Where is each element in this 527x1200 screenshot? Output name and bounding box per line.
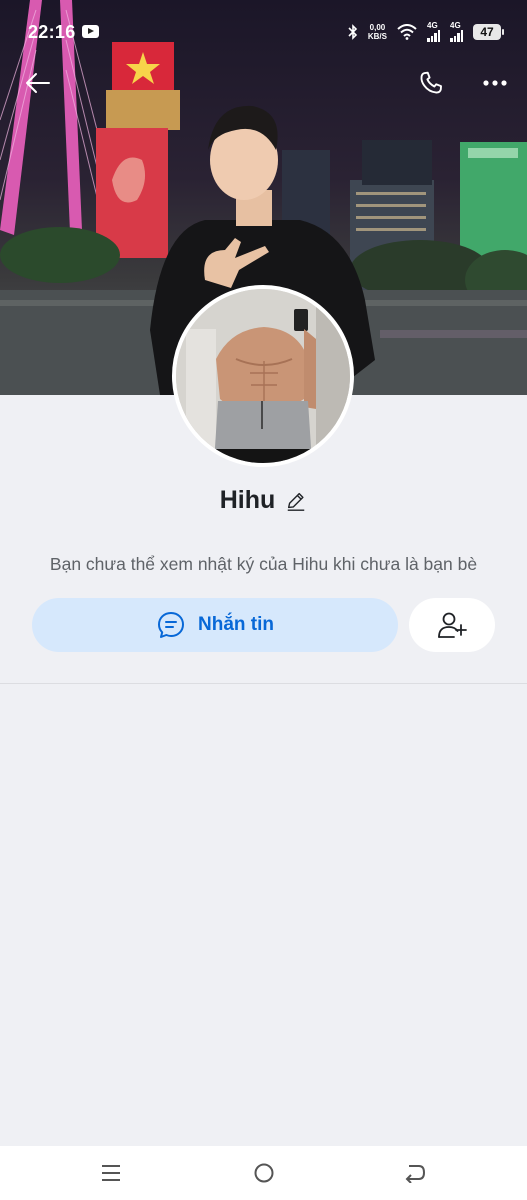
network-speed-unit: KB/S [367,32,387,41]
signal-bars-icon [427,30,440,42]
message-button[interactable]: Nhắn tin [32,598,398,652]
arrow-left-icon [26,73,50,93]
add-user-icon [438,612,467,638]
message-button-label: Nhắn tin [198,614,274,635]
network-speed-value: 0,00 [369,23,386,32]
network-speed: 0,00 KB/S [368,23,387,41]
friendship-notice: Bạn chưa thể xem nhật ký của Hihu khi ch… [49,554,478,574]
menu-lines-icon [102,1165,120,1181]
more-button[interactable] [475,63,515,103]
status-time: 22:16 [28,22,76,42]
profile-name: Hihu [219,486,276,514]
signal-bars-icon [450,30,463,42]
battery-indicator: 47 [473,24,504,40]
recents-button[interactable] [91,1156,131,1190]
bluetooth-icon [348,24,358,40]
add-friend-button[interactable] [409,598,495,652]
section-divider [0,683,527,684]
status-bar: 22:16 0,00 KB/S 4G 4G 47 [0,0,527,64]
battery-level: 47 [480,25,494,39]
more-dots-icon [483,80,507,86]
signal-4g-1-label: 4G [427,21,438,30]
avatar-photo [176,289,350,463]
home-button[interactable] [244,1156,284,1190]
circle-home-icon [254,1163,274,1183]
system-back-button[interactable] [395,1156,435,1190]
signal-4g-2: 4G [450,22,463,42]
signal-4g-1: 4G [427,22,440,42]
back-button[interactable] [18,63,58,103]
return-arrow-icon [405,1165,426,1183]
pencil-icon[interactable] [285,490,307,512]
system-navigation-bar [0,1146,527,1200]
call-button[interactable] [411,63,451,103]
wifi-icon [397,24,417,40]
youtube-icon [82,25,99,38]
signal-4g-2-label: 4G [450,21,461,30]
profile-name-row: Hihu [0,486,527,515]
chat-bubble-icon [158,612,184,638]
phone-icon [420,71,442,94]
profile-avatar[interactable] [172,285,354,467]
